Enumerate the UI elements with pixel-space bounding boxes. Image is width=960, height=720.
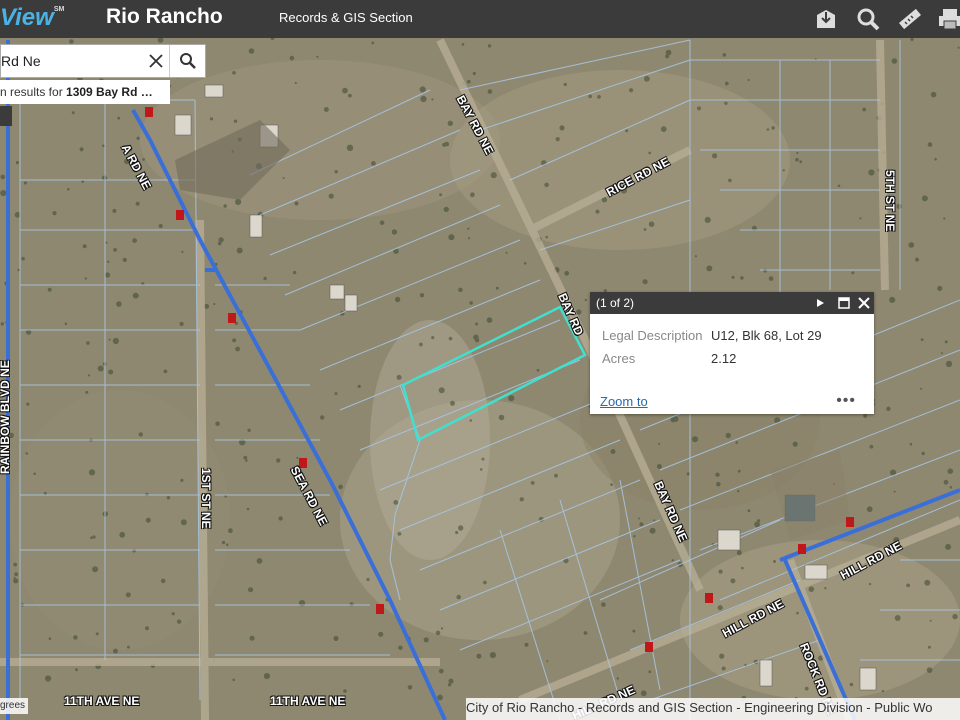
search-box[interactable]: Rd Ne: [0, 44, 206, 78]
zoom-to-link[interactable]: Zoom to: [600, 394, 648, 409]
popup-header: (1 of 2): [590, 292, 874, 314]
section-title: Records & GIS Section: [279, 10, 413, 25]
more-options-icon[interactable]: •••: [836, 392, 856, 410]
field-label-acres: Acres: [602, 351, 636, 366]
search-results-hint[interactable]: n results for 1309 Bay Rd …: [0, 80, 170, 104]
scale-text: grees: [0, 698, 28, 714]
street-label-11th-ave-2: 11TH AVE NE: [270, 694, 346, 708]
feature-popup: (1 of 2) Legal Description U12, Blk 68, …: [590, 292, 874, 414]
maximize-icon[interactable]: [836, 295, 852, 311]
bookmark-icon[interactable]: [811, 4, 841, 34]
search-icon: [179, 53, 196, 69]
app-logo: ViewSM: [0, 4, 65, 31]
measure-icon[interactable]: [895, 4, 925, 34]
city-title: Rio Rancho: [106, 5, 223, 28]
popup-title: (1 of 2): [596, 296, 635, 310]
next-feature-icon[interactable]: [812, 295, 828, 311]
search-icon[interactable]: [853, 4, 883, 34]
street-label-5th-st: 5TH ST NE: [883, 170, 897, 232]
app-header: ViewSM Rio Rancho Records & GIS Section: [0, 0, 960, 38]
zoom-control-edge[interactable]: [0, 106, 12, 126]
street-label-11th-ave-1: 11TH AVE NE: [64, 694, 140, 708]
street-label-1st-st: 1ST ST NE: [199, 468, 213, 529]
print-icon[interactable]: [935, 4, 960, 34]
street-label-rainbow-blvd: RAINBOW BLVD NE: [0, 360, 12, 474]
search-button[interactable]: [169, 45, 205, 77]
map-attribution: City of Rio Rancho - Records and GIS Sec…: [466, 698, 960, 720]
field-value-acres: 2.12: [711, 351, 737, 366]
search-input[interactable]: Rd Ne: [1, 45, 143, 77]
field-value-legal-description: U12, Blk 68, Lot 29: [711, 328, 822, 343]
field-label-legal-description: Legal Description: [602, 328, 703, 343]
close-icon[interactable]: [143, 45, 169, 77]
close-icon[interactable]: [856, 295, 872, 311]
